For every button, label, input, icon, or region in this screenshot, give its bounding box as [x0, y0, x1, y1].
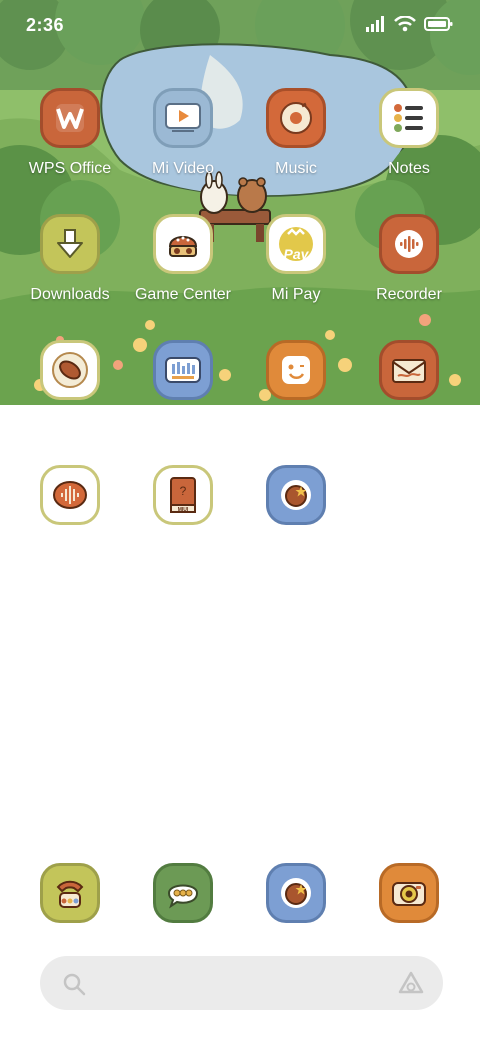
mi-pay-badge-text: Pay: [283, 246, 309, 262]
app-label: Notes: [388, 160, 430, 177]
app-label: Music: [275, 160, 317, 177]
app-downloads[interactable]: Downloads: [14, 214, 126, 304]
bean-icon: [40, 340, 100, 400]
app-label: Downloads: [30, 286, 110, 303]
app-equalizer[interactable]: [127, 340, 239, 400]
app-music[interactable]: Music: [240, 88, 352, 178]
wps-office-icon: [40, 88, 100, 148]
game-center-icon: [153, 214, 213, 274]
battery-icon: [424, 16, 454, 32]
browser-icon: [266, 863, 326, 923]
status-bar: 2:36: [0, 0, 480, 52]
camera-icon: [379, 863, 439, 923]
envelope-icon: [379, 340, 439, 400]
svg-text:?: ?: [180, 484, 187, 498]
app-bean[interactable]: [14, 340, 126, 400]
cellular-signal-icon: [366, 16, 386, 32]
home-search-bar[interactable]: [40, 956, 443, 1010]
notes-icon: [379, 88, 439, 148]
downloads-icon: [40, 214, 100, 274]
miui-book-icon: ? MIUI: [153, 465, 213, 525]
mi-video-icon: [153, 88, 213, 148]
phone-icon: [40, 863, 100, 923]
app-smiley[interactable]: [240, 340, 352, 400]
music-icon: [266, 88, 326, 148]
voice-icon: [40, 465, 100, 525]
recorder-icon: [379, 214, 439, 274]
dock-phone[interactable]: [40, 863, 100, 923]
app-recorder[interactable]: Recorder: [353, 214, 465, 304]
dock-camera[interactable]: [379, 863, 439, 923]
app-label: Recorder: [376, 286, 442, 303]
assistant-icon[interactable]: [397, 970, 425, 1001]
app-wps-office[interactable]: WPS Office: [14, 88, 126, 178]
status-time: 2:36: [26, 15, 65, 35]
smiley-icon: [266, 340, 326, 400]
dock-messages[interactable]: [153, 863, 213, 923]
app-game-center[interactable]: Game Center: [127, 214, 239, 304]
app-voice[interactable]: [14, 465, 126, 525]
app-envelope[interactable]: [353, 340, 465, 400]
mi-pay-icon: Pay: [266, 214, 326, 274]
wifi-icon: [394, 16, 416, 32]
messages-icon: [153, 863, 213, 923]
app-notes[interactable]: Notes: [353, 88, 465, 178]
app-mi-video[interactable]: Mi Video: [127, 88, 239, 178]
equalizer-icon: [153, 340, 213, 400]
dock-browser[interactable]: [266, 863, 326, 923]
app-cookie-star[interactable]: [240, 465, 352, 525]
search-icon: [62, 972, 86, 1001]
app-label: Mi Video: [152, 160, 214, 177]
miui-book-badge-text: MIUI: [177, 507, 189, 513]
cookie-star-icon: [266, 465, 326, 525]
app-label: Game Center: [134, 286, 232, 303]
app-label: Mi Pay: [271, 286, 321, 303]
app-miui-book[interactable]: ? MIUI: [127, 465, 239, 525]
app-label: WPS Office: [28, 160, 112, 177]
app-mi-pay[interactable]: Pay Mi Pay: [240, 214, 352, 304]
